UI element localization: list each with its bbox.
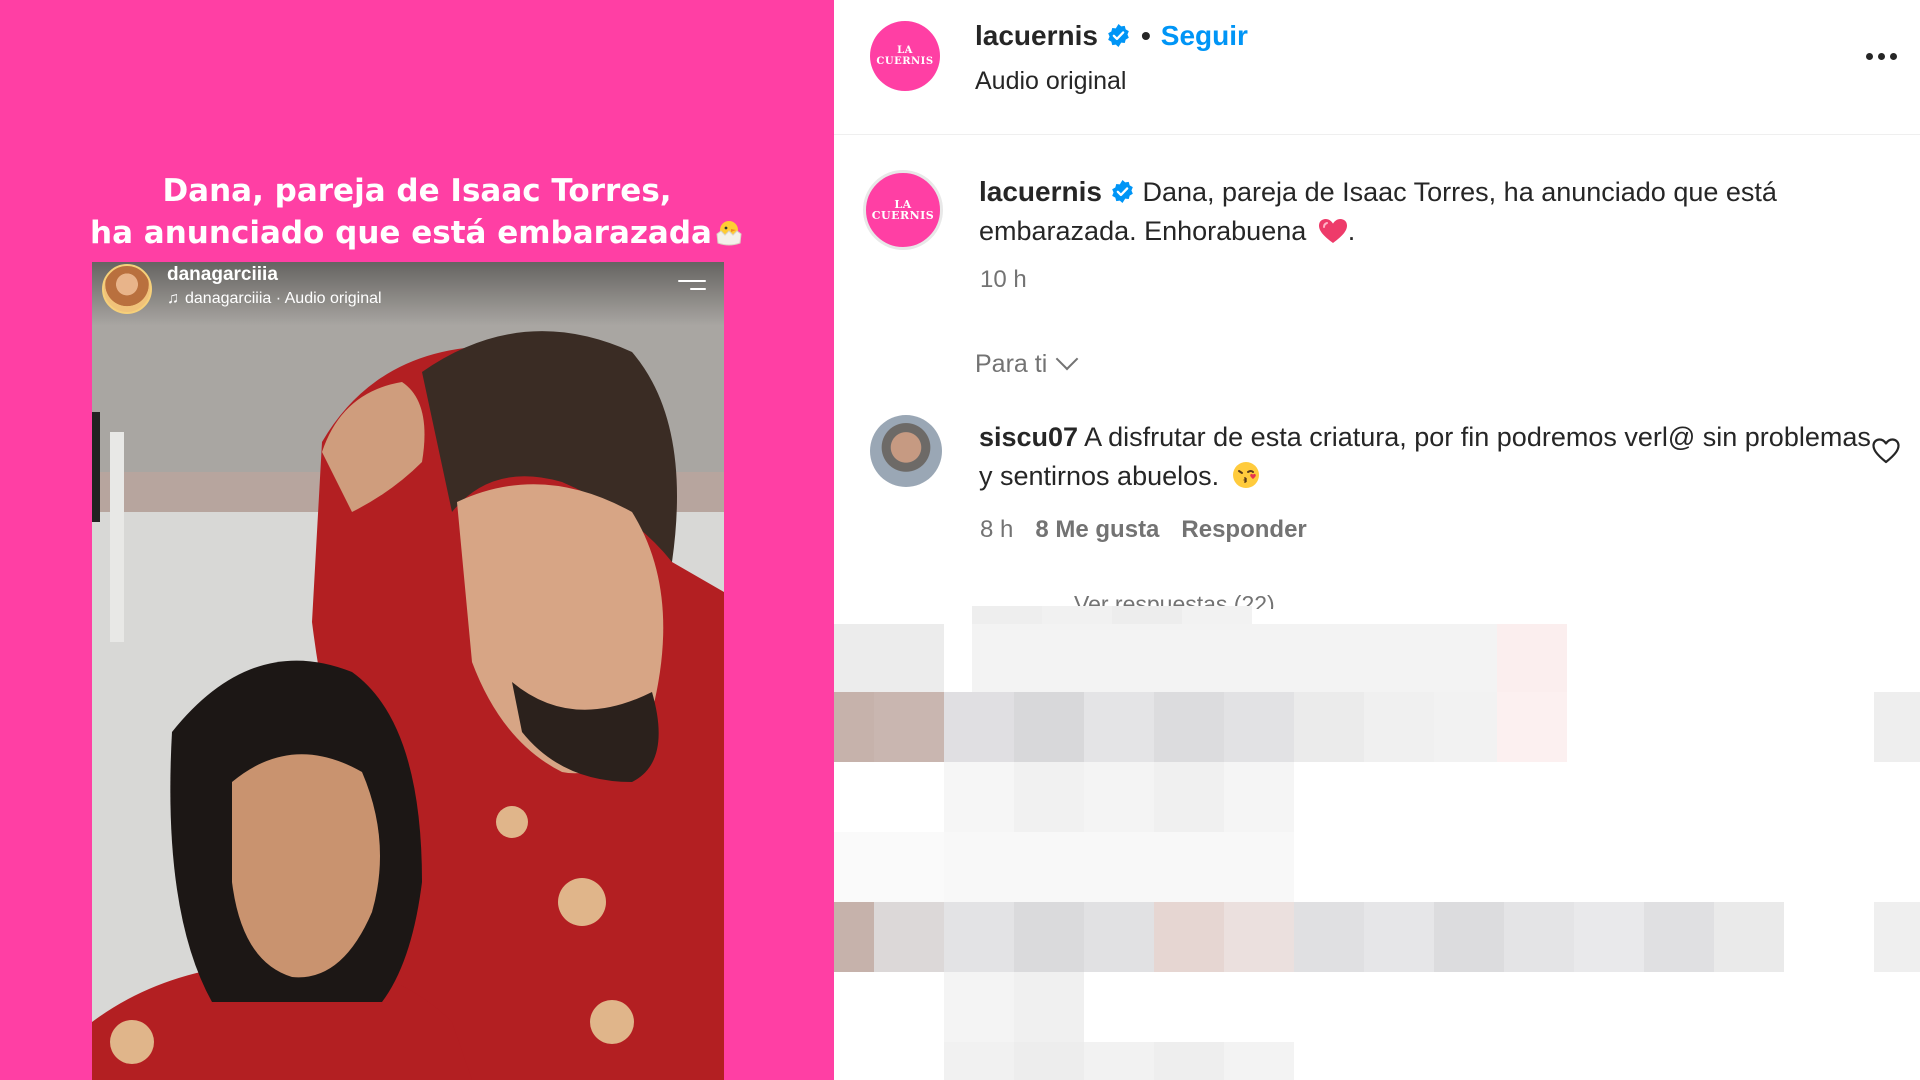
comment-likes[interactable]: 8 Me gusta xyxy=(1035,516,1159,543)
blurred-comments-area xyxy=(834,606,1920,1080)
more-options-icon[interactable] xyxy=(1866,47,1906,61)
chevron-down-icon xyxy=(1055,347,1079,371)
verified-badge-icon xyxy=(1112,180,1133,203)
media-caption-line-2-wrap: ha anunciado que está embarazada xyxy=(0,212,834,254)
music-note-icon: ♫ xyxy=(167,290,179,307)
caption-suffix: . xyxy=(1347,216,1356,246)
video-menu-icon[interactable] xyxy=(678,280,706,296)
comment-username[interactable]: siscu07 xyxy=(979,422,1078,452)
author-avatar[interactable]: LA CUERNIS xyxy=(870,21,940,91)
caption-author-avatar[interactable]: LA CUERNIS xyxy=(863,170,943,250)
video-audio-label: danagarciiia · Audio original xyxy=(185,290,382,307)
brand-logo: LA CUERNIS xyxy=(871,198,935,222)
video-username[interactable]: danagarciiia xyxy=(167,264,278,286)
video-audio[interactable]: ♫ danagarciiia · Audio original xyxy=(167,290,382,308)
comments-sort-label: Para ti xyxy=(975,350,1048,378)
embedded-video[interactable]: danagarciiia ♫ danagarciiia · Audio origi… xyxy=(92,262,724,1080)
post-caption: lacuernis Dana, pareja de Isaac Torres, … xyxy=(979,172,1889,251)
author-line: lacuernis • Seguir xyxy=(975,20,1248,52)
post-sidebar: LA CUERNIS lacuernis • Seguir Audio origina… xyxy=(834,0,1920,1080)
post-media[interactable]: Dana, pareja de Isaac Torres, ha anuncia… xyxy=(0,0,834,1080)
caption-timestamp[interactable]: 10 h xyxy=(980,266,1027,294)
comment-avatar[interactable] xyxy=(870,415,942,487)
media-caption: Dana, pareja de Isaac Torres, ha anuncia… xyxy=(0,170,834,254)
video-frame xyxy=(92,262,724,1080)
comments-sort-dropdown[interactable]: Para ti xyxy=(975,347,1079,379)
verified-badge-icon xyxy=(1108,24,1129,47)
heart-icon xyxy=(1318,219,1347,243)
post-header: LA CUERNIS lacuernis • Seguir Audio origina… xyxy=(834,0,1920,135)
video-user-avatar[interactable] xyxy=(102,264,152,314)
hatching-chick-icon xyxy=(716,221,742,246)
reply-button[interactable]: Responder xyxy=(1181,516,1306,543)
follow-button[interactable]: Seguir xyxy=(1161,20,1248,51)
brand-logo: LA CUERNIS xyxy=(876,45,934,67)
audio-original-link[interactable]: Audio original xyxy=(975,67,1127,96)
comment-meta: 8 h 8 Me gusta Responder xyxy=(980,516,1329,544)
comment-text: A disfrutar de esta criatura, por fin po… xyxy=(979,422,1871,491)
kissing-face-icon xyxy=(1232,462,1259,488)
caption-author-username[interactable]: lacuernis xyxy=(979,176,1102,207)
comment-timestamp[interactable]: 8 h xyxy=(980,516,1013,543)
media-caption-line-2: ha anunciado que está embarazada xyxy=(90,215,712,251)
author-username[interactable]: lacuernis xyxy=(975,20,1098,51)
like-heart-icon[interactable] xyxy=(1871,436,1901,466)
separator-dot: • xyxy=(1140,20,1151,51)
comment-body: siscu07 A disfrutar de esta criatura, po… xyxy=(979,418,1879,496)
media-caption-line-1: Dana, pareja de Isaac Torres, xyxy=(162,173,672,209)
